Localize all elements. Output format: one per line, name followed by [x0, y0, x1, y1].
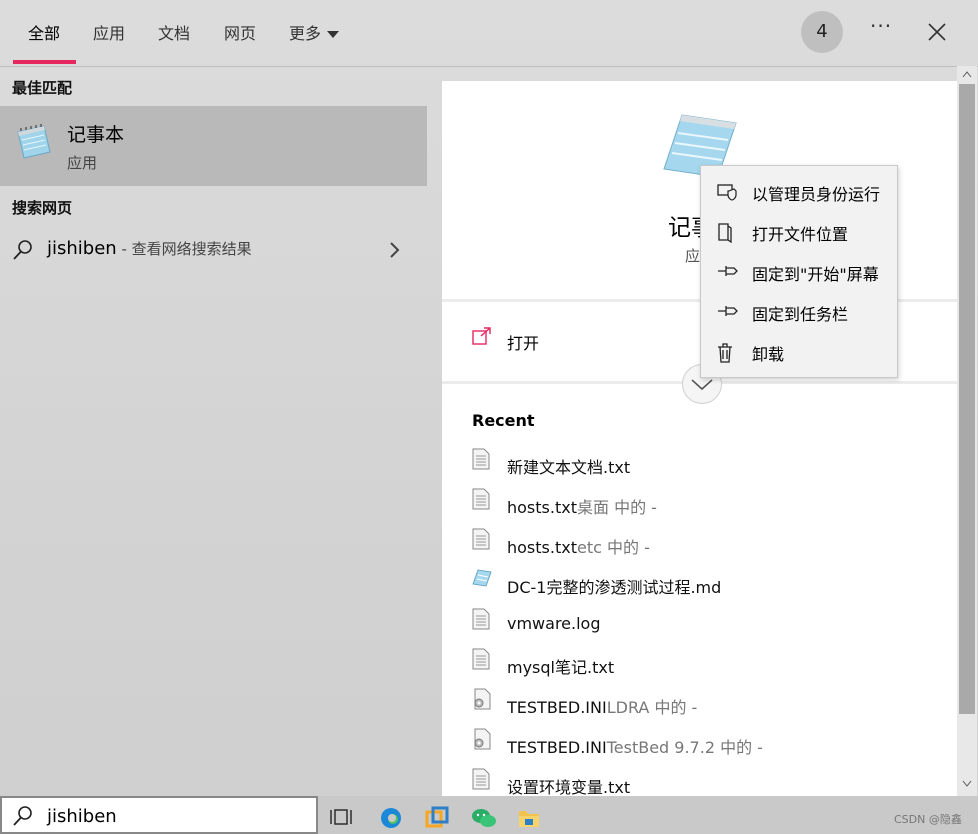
tab-more[interactable]: 更多	[289, 20, 340, 44]
scroll-up-icon[interactable]	[962, 70, 972, 78]
recent-item-name: 新建文本文档.txt	[507, 458, 631, 477]
recent-item[interactable]: 设置环境变量.txt	[472, 764, 942, 796]
caret-down-icon	[327, 31, 340, 38]
recent-item-label: vmware.log	[507, 614, 601, 633]
recent-item-label: TESTBED.INITestBed 9.7.2 中的 -	[507, 734, 763, 758]
text-file-icon	[472, 488, 490, 514]
tab-documents[interactable]: 文档	[158, 20, 190, 44]
open-action[interactable]: 打开	[472, 327, 672, 355]
search-web-heading: 搜索网页	[12, 199, 73, 217]
recent-item-name: 设置环境变量.txt	[507, 778, 631, 796]
text-file-icon	[472, 768, 490, 794]
open-icon	[472, 327, 492, 349]
context-menu-item[interactable]: 卸载	[701, 331, 897, 371]
context-menu-item[interactable]: 固定到"开始"屏幕	[701, 251, 897, 291]
best-match-heading: 最佳匹配	[12, 79, 73, 97]
recent-item-name: TESTBED.INI	[507, 738, 607, 757]
ini-file-icon	[472, 728, 492, 754]
more-options-button[interactable]: ···	[870, 14, 892, 38]
context-menu-item[interactable]: 固定到任务栏	[701, 291, 897, 331]
web-result-suffix: - 查看网络搜索结果	[116, 240, 252, 258]
tab-all[interactable]: 全部	[28, 20, 60, 44]
text-file-icon	[472, 648, 490, 674]
recent-item-label: 设置环境变量.txt	[507, 774, 630, 796]
recent-item[interactable]: hosts.txt桌面 中的 -	[472, 484, 942, 524]
scrollbar[interactable]	[957, 66, 977, 796]
recent-item-name: vmware.log	[507, 614, 601, 633]
recent-item-label: hosts.txtetc 中的 -	[507, 534, 650, 558]
watermark: CSDN @隐鑫	[894, 813, 962, 826]
notepad-icon	[472, 568, 492, 592]
recent-item[interactable]: hosts.txtetc 中的 -	[472, 524, 942, 564]
context-menu-label: 以管理员身份运行	[752, 185, 881, 204]
recent-item-location: LDRA 中的 -	[606, 698, 698, 717]
pin-icon	[717, 303, 739, 322]
recent-item-location: etc 中的 -	[576, 538, 650, 557]
text-file-icon	[472, 608, 490, 634]
ini-file-icon	[472, 688, 492, 714]
context-menu-label: 固定到"开始"屏幕	[752, 265, 879, 284]
pin-icon	[717, 263, 739, 282]
recent-item-name: DC-1完整的渗透测试过程.md	[507, 578, 722, 597]
context-menu-label: 固定到任务栏	[752, 305, 849, 324]
context-menu-label: 打开文件位置	[752, 225, 849, 244]
recent-item[interactable]: 新建文本文档.txt	[472, 444, 942, 484]
recent-item[interactable]: DC-1完整的渗透测试过程.md	[472, 564, 942, 604]
rewards-badge[interactable]: 4	[801, 11, 843, 53]
recent-item-location: 桌面 中的 -	[576, 498, 657, 517]
vmware-icon[interactable]	[425, 806, 449, 834]
recent-item[interactable]: mysql笔记.txt	[472, 644, 942, 684]
search-icon	[12, 239, 34, 265]
recent-item-location: TestBed 9.7.2 中的 -	[606, 738, 763, 757]
recent-item-name: TESTBED.INI	[507, 698, 607, 717]
recent-item-name: mysql笔记.txt	[507, 658, 615, 677]
active-tab-indicator	[13, 60, 76, 64]
text-file-icon	[472, 448, 490, 474]
recent-heading: Recent	[472, 411, 535, 430]
tab-web[interactable]: 网页	[224, 20, 256, 44]
recent-item-label: mysql笔记.txt	[507, 654, 614, 678]
text-file-icon	[472, 528, 490, 554]
task-view-icon[interactable]	[330, 806, 352, 832]
trash-icon	[717, 343, 733, 367]
taskbar-search-box[interactable]: jishiben	[0, 796, 318, 834]
open-location-icon	[717, 223, 733, 247]
run-as-admin-icon	[717, 183, 737, 205]
recent-item-label: DC-1完整的渗透测试过程.md	[507, 574, 721, 598]
recent-item-label: TESTBED.INILDRA 中的 -	[507, 694, 697, 718]
tab-apps[interactable]: 应用	[93, 20, 125, 44]
recent-item[interactable]: TESTBED.INITestBed 9.7.2 中的 -	[472, 724, 942, 764]
tab-more-label: 更多	[289, 24, 322, 43]
web-result-query: jishiben	[47, 238, 117, 259]
scroll-down-icon[interactable]	[962, 780, 972, 788]
notepad-icon	[12, 122, 52, 164]
search-input[interactable]: jishiben	[47, 806, 117, 827]
recent-item[interactable]: vmware.log	[472, 604, 942, 644]
wechat-icon[interactable]	[471, 807, 497, 833]
context-menu-item[interactable]: 打开文件位置	[701, 211, 897, 251]
edge-icon[interactable]	[379, 806, 403, 834]
scrollbar-thumb[interactable]	[959, 84, 975, 714]
context-menu-item[interactable]: 以管理员身份运行	[701, 171, 897, 211]
search-icon	[12, 805, 34, 831]
best-match-type: 应用	[67, 154, 98, 172]
web-result-text: jishiben - 查看网络搜索结果	[47, 238, 252, 259]
best-match-name: 记事本	[67, 124, 125, 146]
recent-item-label: hosts.txt桌面 中的 -	[507, 494, 657, 518]
web-search-result[interactable]: jishiben - 查看网络搜索结果	[0, 230, 427, 270]
file-explorer-icon[interactable]	[517, 807, 541, 833]
recent-item-name: hosts.txt	[507, 498, 577, 517]
best-match-item[interactable]: 记事本 应用	[0, 106, 427, 186]
recent-item-label: 新建文本文档.txt	[507, 454, 630, 478]
context-menu-label: 卸载	[752, 345, 785, 364]
close-icon[interactable]	[925, 20, 949, 44]
context-menu: 以管理员身份运行 打开文件位置固定到"开始"屏幕 固定到任务栏 卸载	[700, 165, 898, 378]
open-label: 打开	[507, 334, 540, 353]
recent-item-name: hosts.txt	[507, 538, 577, 557]
recent-item[interactable]: TESTBED.INILDRA 中的 -	[472, 684, 942, 724]
chevron-right-icon	[389, 241, 401, 263]
